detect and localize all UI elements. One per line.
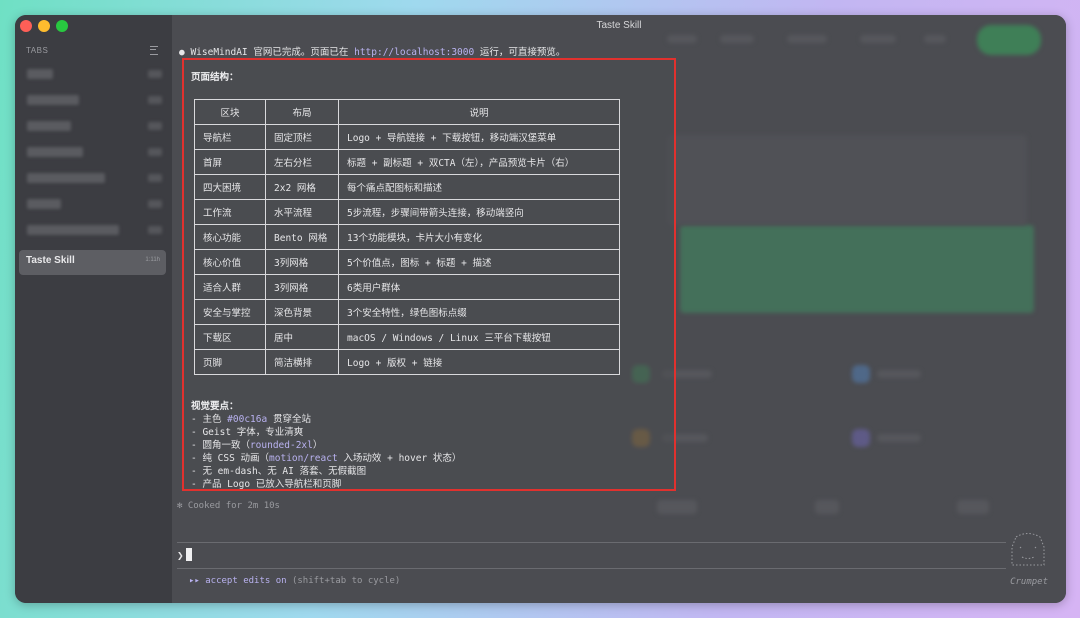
sidebar-tab-taste-skill[interactable]: Taste Skill 1:11h	[19, 250, 166, 275]
tabs-header-label: TABS	[26, 45, 49, 55]
table-row: 四大困境 2x2 网格 每个痛点配图标和描述	[194, 174, 620, 200]
edit-mode-status[interactable]: ▸▸ accept edits on (shift+tab to cycle)	[189, 576, 400, 586]
edit-mode-hint: (shift+tab to cycle)	[286, 576, 401, 586]
tab-label: Taste Skill	[26, 255, 75, 266]
visual-point: - 纯 CSS 动画（motion/react 入场动效 + hover 状态）	[191, 453, 462, 464]
structure-title: 页面结构：	[191, 72, 239, 83]
column-header: 布局	[265, 99, 339, 125]
table-row: 首屏 左右分栏 标题 + 副标题 + 双CTA（左），产品预览卡片（右）	[194, 149, 620, 175]
cooked-status: ✻ Cooked for 2m 10s	[177, 501, 280, 511]
close-window-button[interactable]	[20, 20, 32, 32]
sidebar-tab-blurred[interactable]	[19, 62, 166, 86]
background-app-preview	[977, 25, 1041, 55]
zoom-window-button[interactable]	[56, 20, 68, 32]
window-controls	[20, 20, 68, 32]
table-row: 安全与掌控 深色背景 3个安全特性，绿色图标点缀	[194, 299, 620, 325]
column-header: 说明	[338, 99, 620, 125]
table-row: 页脚 简洁横排 Logo + 版权 + 链接	[194, 349, 620, 375]
prompt-chevron-icon: ❯	[177, 549, 184, 562]
page-structure-table: 区块 布局 说明 导航栏 固定顶栏 Logo + 导航链接 + 下载按钮，移动端汉堡…	[194, 99, 620, 375]
app-window: TABS Taste Skill 1:11h Taste Skill ● Wis…	[15, 15, 1066, 603]
highlighted-output-panel: 页面结构： 区块 布局 说明 导航栏 固定顶栏 Logo + 导航链接 + 下载按钮…	[182, 58, 676, 491]
sidebar-tab-blurred[interactable]	[19, 88, 166, 112]
visual-point: - 圆角一致（rounded-2xl）	[191, 440, 323, 451]
prompt-divider-top	[177, 542, 1006, 543]
table-row: 工作流 水平流程 5步流程，步骤间带箭头连接，移动端竖向	[194, 199, 620, 225]
crumpet-mascot-icon	[1011, 533, 1045, 566]
table-row: 下载区 居中 macOS / Windows / Linux 三平台下载按钮	[194, 324, 620, 350]
sidebar-tab-blurred[interactable]	[19, 218, 166, 242]
sidebar-tab-blurred[interactable]	[19, 140, 166, 164]
visual-point: - 产品 Logo 已放入导航栏和页脚	[191, 479, 342, 490]
visual-point: - 无 em-dash、无 AI 落套、无假截图	[191, 466, 367, 477]
fast-forward-icon: ▸▸	[189, 576, 200, 586]
mascot-name: Crumpet	[1010, 577, 1048, 587]
table-row: 适合人群 3列网格 6类用户群体	[194, 274, 620, 300]
sidebar-tab-blurred[interactable]	[19, 192, 166, 216]
sidebar-tab-blurred[interactable]	[19, 114, 166, 138]
sidebar: TABS Taste Skill 1:11h	[15, 15, 172, 603]
tab-time: 1:11h	[145, 257, 160, 263]
text-cursor	[185, 548, 192, 561]
table-header-row: 区块 布局 说明	[194, 99, 620, 125]
sidebar-tab-blurred[interactable]	[19, 166, 166, 190]
tabs-header: TABS	[26, 44, 158, 56]
prompt-input[interactable]: ❯	[177, 548, 192, 562]
visual-point: - Geist 字体，专业清爽	[191, 427, 304, 438]
visual-points-title: 视觉要点：	[191, 401, 239, 412]
edit-mode-label: accept edits on	[199, 576, 287, 586]
terminal-main: Taste Skill ● WiseMindAI 官网已完成。页面已在 http…	[172, 15, 1066, 603]
table-row: 导航栏 固定顶栏 Logo + 导航链接 + 下载按钮，移动端汉堡菜单	[194, 124, 620, 150]
prompt-divider-bottom	[177, 568, 1006, 569]
table-row: 核心功能 Bento 网格 13个功能模块，卡片大小有变化	[194, 224, 620, 250]
localhost-link[interactable]: http://localhost:3000	[354, 47, 474, 58]
minimize-window-button[interactable]	[38, 20, 50, 32]
list-menu-icon[interactable]	[150, 45, 158, 55]
status-line: ● WiseMindAI 官网已完成。页面已在 http://localhost…	[179, 47, 566, 58]
visual-point: - 主色 #00c16a 贯穿全站	[191, 414, 311, 425]
window-title: Taste Skill	[596, 20, 642, 31]
column-header: 区块	[194, 99, 266, 125]
table-row: 核心价值 3列网格 5个价值点，图标 + 标题 + 描述	[194, 249, 620, 275]
